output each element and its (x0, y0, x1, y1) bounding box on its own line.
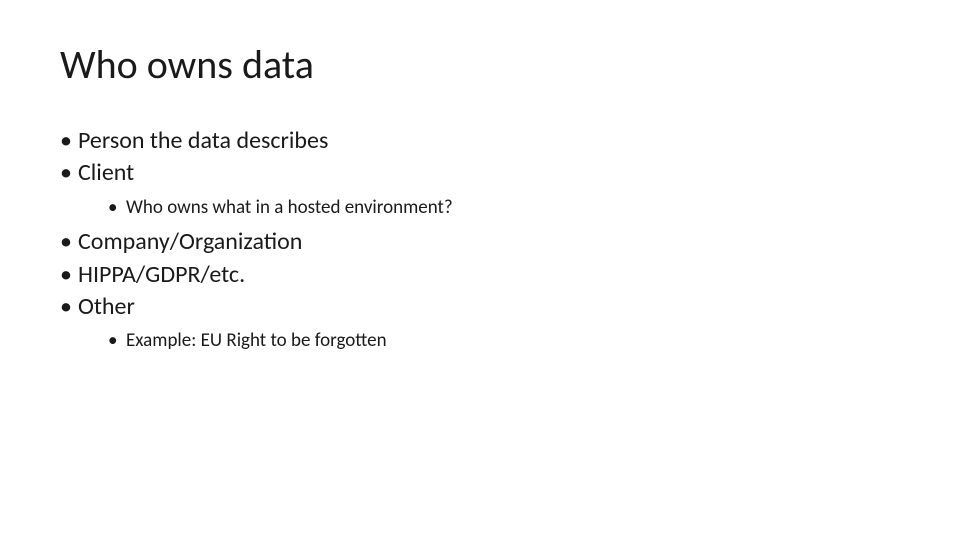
bullet-text: Other (78, 292, 135, 321)
bullet-list: Person the data describes Client Who own… (60, 125, 900, 356)
bullet-text: HIPPA/GDPR/etc. (78, 260, 245, 289)
bullet-text: Company/Organization (78, 227, 302, 256)
bullet-item: Other Example: EU Right to be forgotten (60, 291, 900, 356)
bullet-text: Client (78, 158, 134, 187)
sub-text: Example: EU Right to be forgotten (126, 329, 387, 352)
bullet-item: Company/Organization (60, 226, 900, 258)
bullet-item: HIPPA/GDPR/etc. (60, 259, 900, 291)
sub-list: Example: EU Right to be forgotten (78, 327, 900, 356)
bullet-item: Client Who owns what in a hosted environ… (60, 157, 900, 222)
sub-list: Who owns what in a hosted environment? (78, 194, 900, 223)
sub-item: Example: EU Right to be forgotten (108, 327, 900, 356)
bullet-text: Person the data describes (78, 126, 328, 155)
sub-text: Who owns what in a hosted environment? (126, 196, 453, 219)
slide-title: Who owns data (60, 40, 900, 89)
bullet-item: Person the data describes (60, 125, 900, 157)
sub-item: Who owns what in a hosted environment? (108, 194, 900, 223)
